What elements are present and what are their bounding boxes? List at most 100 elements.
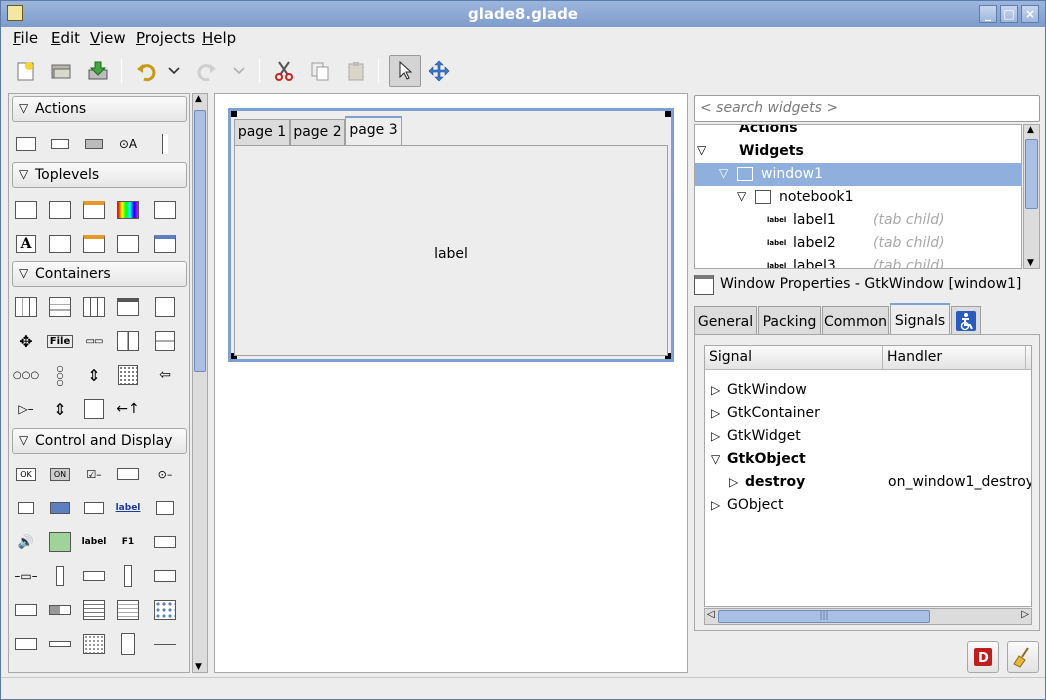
file-chooser-dialog-icon[interactable] <box>115 232 141 256</box>
assistant-icon[interactable] <box>152 232 178 256</box>
menu-edit[interactable]: Edit <box>51 29 80 47</box>
action-icon[interactable] <box>13 132 39 156</box>
clear-button[interactable] <box>1007 641 1039 673</box>
tab-common[interactable]: Common <box>822 306 889 336</box>
tab-packing[interactable]: Packing <box>758 306 821 336</box>
close-button[interactable]: × <box>1021 5 1039 23</box>
minimize-button[interactable]: _ <box>979 5 997 23</box>
scroll-up-icon[interactable]: ▲ <box>1027 125 1034 135</box>
palette-group-containers[interactable]: ▽ Containers <box>12 261 187 287</box>
vbox-icon[interactable] <box>47 295 73 319</box>
scroll-down-icon[interactable]: ▼ <box>1027 258 1034 268</box>
scrollbar-thumb[interactable] <box>1025 139 1038 209</box>
maximize-button[interactable]: □ <box>1000 5 1018 23</box>
scroll-down-icon[interactable]: ▼ <box>195 662 202 672</box>
tree-row-widgets[interactable]: ▽ Widgets <box>695 140 1021 163</box>
palette-group-control-display[interactable]: ▽ Control and Display <box>12 428 187 454</box>
toggle-button-icon[interactable]: ON <box>47 462 73 486</box>
redo-history-button[interactable] <box>229 57 249 85</box>
message-dialog-icon[interactable] <box>81 198 107 222</box>
vpaned-icon[interactable] <box>152 329 178 353</box>
cut-button[interactable] <box>270 57 298 85</box>
tree-row-notebook1[interactable]: ▽ notebook1 <box>695 186 1021 209</box>
file-chooser-button-icon[interactable] <box>13 496 39 520</box>
signal-row-gobject[interactable]: ▷ GObject <box>705 495 1031 518</box>
text-view-icon[interactable] <box>81 598 107 622</box>
scrollbar-thumb[interactable] <box>194 110 206 372</box>
recent-dialog-icon[interactable] <box>81 232 107 256</box>
menu-projects[interactable]: Projects <box>136 29 195 47</box>
table-icon[interactable] <box>81 295 107 319</box>
action-group-icon[interactable] <box>152 132 178 156</box>
notebook-icon[interactable] <box>115 295 141 319</box>
image-icon[interactable] <box>47 530 73 554</box>
label3-widget[interactable]: label <box>235 246 667 262</box>
link-button-icon[interactable]: label <box>115 496 141 520</box>
hseparator-icon[interactable] <box>152 632 178 656</box>
search-widgets-input[interactable]: < search widgets > <box>694 95 1040 122</box>
hbox-icon[interactable] <box>13 295 39 319</box>
expander-icon[interactable]: ▽ <box>711 452 720 466</box>
expander-icon[interactable]: ▽ <box>737 189 746 203</box>
title-bar[interactable]: glade8.glade _ □ × <box>1 1 1045 27</box>
ruler-icon[interactable] <box>115 632 141 656</box>
tree-scrollbar[interactable]: ▲ ▼ <box>1023 124 1040 269</box>
tree-view-icon[interactable] <box>115 598 141 622</box>
save-button[interactable] <box>84 57 112 85</box>
scroll-left-icon[interactable]: ◁ <box>707 609 715 620</box>
event-box-icon[interactable]: ⇦ <box>152 363 178 387</box>
signals-hscrollbar[interactable]: ◁ ||| ▷ <box>704 608 1032 625</box>
scroll-up-icon[interactable]: ▲ <box>195 94 202 104</box>
layout-icon[interactable]: ⇕ <box>81 363 107 387</box>
radio-action-icon[interactable] <box>81 132 107 156</box>
tab-signals[interactable]: Signals <box>890 303 950 336</box>
palette-group-actions[interactable]: ▽ Actions <box>12 96 187 122</box>
aspect-frame-icon[interactable]: ✥ <box>13 329 39 353</box>
separator-widget-icon[interactable] <box>47 632 73 656</box>
accel-label-icon[interactable]: F1 <box>115 530 141 554</box>
alignment-icon[interactable]: ←↑ <box>115 397 141 421</box>
icon-view-icon[interactable] <box>152 598 178 622</box>
open-button[interactable] <box>47 57 75 85</box>
expander-icon[interactable]: ▷ <box>729 475 738 489</box>
signal-handler[interactable]: on_window1_destroy <box>888 474 1031 490</box>
check-button-icon[interactable]: ☑– <box>81 462 107 486</box>
calendar-icon[interactable] <box>81 632 107 656</box>
tree-row-window1[interactable]: ▽ window1 <box>695 163 1021 186</box>
color-button-icon[interactable] <box>47 496 73 520</box>
copy-button[interactable] <box>306 57 334 85</box>
column-handler[interactable]: Handler <box>887 349 942 365</box>
window1-preview[interactable]: page 1 page 2 page 3 label <box>228 108 674 362</box>
color-dialog-icon[interactable] <box>115 198 141 222</box>
redo-button[interactable] <box>193 57 221 85</box>
recent-action-icon[interactable]: ⊙A <box>115 132 141 156</box>
expander-icon[interactable]: ▷ <box>711 383 720 397</box>
signal-row-gtkcontainer[interactable]: ▷ GtkContainer <box>705 403 1031 426</box>
expander-icon[interactable]: ▽ <box>697 143 706 157</box>
expander-icon[interactable]: ▽ <box>719 166 728 180</box>
expander-icon[interactable]: ▷ <box>711 406 720 420</box>
signal-row-gtkwindow[interactable]: ▷ GtkWindow <box>705 380 1031 403</box>
notebook-tab-page3[interactable]: page 3 <box>345 116 402 146</box>
entry-icon[interactable] <box>152 530 178 554</box>
design-canvas[interactable]: page 1 page 2 page 3 label <box>214 93 688 673</box>
cell-view-icon[interactable] <box>13 632 39 656</box>
select-mode-button[interactable] <box>389 55 421 87</box>
label-widget-icon[interactable]: label <box>81 530 107 554</box>
notebook-page[interactable]: label <box>234 145 668 356</box>
palette-scrollbar[interactable]: ▲ ▼ <box>192 93 208 673</box>
undo-history-button[interactable] <box>164 57 184 85</box>
expander-icon[interactable]: ▷ <box>711 498 720 512</box>
hbutton-box-icon[interactable]: ○○○ <box>13 363 39 387</box>
tree-row-label3[interactable]: label label3 (tab child) <box>695 255 1021 268</box>
menu-view[interactable]: View <box>90 29 126 47</box>
about-dialog-icon[interactable] <box>152 198 178 222</box>
notebook-tab-page2[interactable]: page 2 <box>290 119 345 145</box>
button-box-icon[interactable]: ▭▭ <box>81 329 107 353</box>
tab-general[interactable]: General <box>694 306 757 336</box>
vscrollbar-icon[interactable] <box>115 564 141 588</box>
tree-row-label2[interactable]: label label2 (tab child) <box>695 232 1021 255</box>
palette-group-toplevels[interactable]: ▽ Toplevels <box>12 162 187 188</box>
scroll-right-icon[interactable]: ▷ <box>1021 609 1029 620</box>
volume-button-icon[interactable]: 🔊 <box>13 530 39 554</box>
